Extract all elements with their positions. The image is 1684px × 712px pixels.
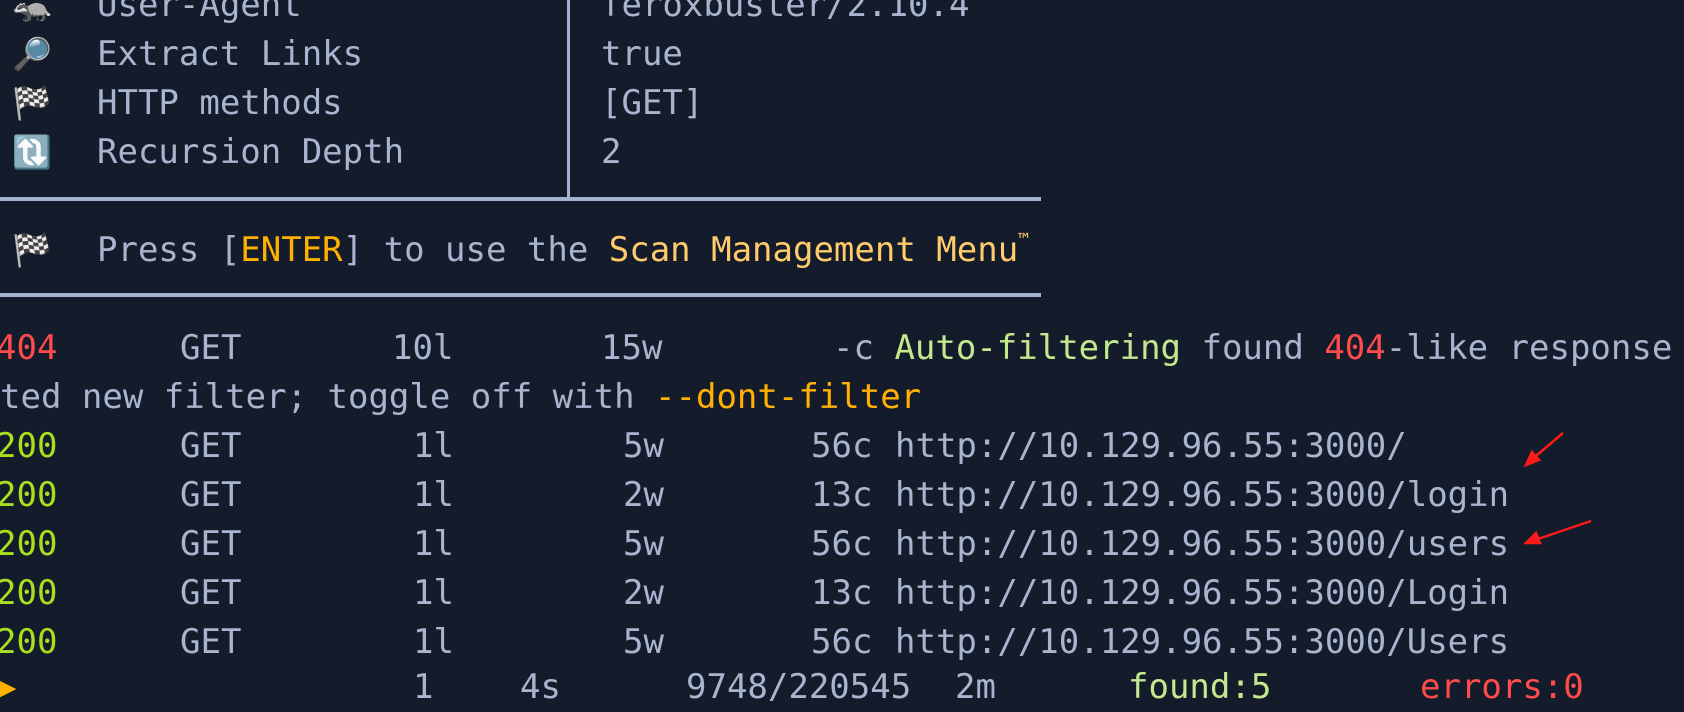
- annotation-arrows: [1522, 432, 1592, 545]
- arrow-line: [1531, 519, 1592, 543]
- arrow-head: [1522, 530, 1542, 545]
